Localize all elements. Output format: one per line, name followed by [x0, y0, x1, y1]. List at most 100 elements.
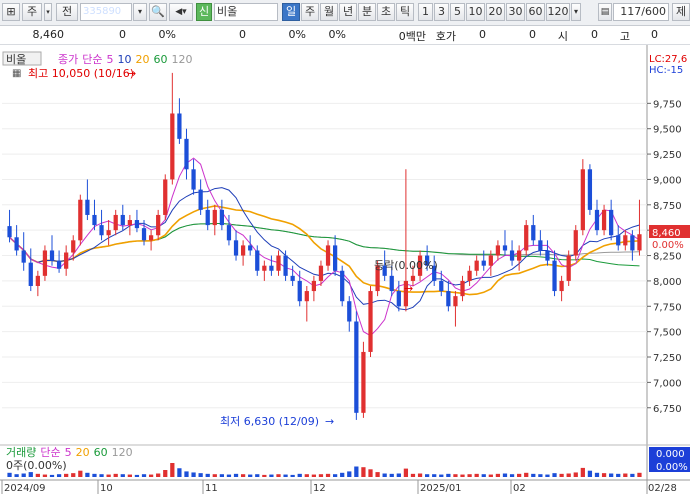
candle-body — [113, 214, 118, 231]
candle-body — [248, 245, 253, 251]
candle-body — [276, 255, 281, 271]
candle-body — [177, 113, 182, 139]
search-icon[interactable]: 🔍 — [149, 3, 167, 21]
chart-area[interactable]: 9,7509,5009,2509,0008,7508,5008,2508,000… — [0, 45, 690, 494]
volume-value: 0주(0.00%) — [6, 459, 67, 472]
amount-unit: 0백만 — [398, 30, 426, 43]
y-tick-label: 8,750 — [653, 201, 682, 212]
candle-body — [170, 113, 175, 180]
y-tick-label: 7,250 — [653, 353, 682, 364]
candle-body — [460, 280, 465, 297]
volume-bar — [85, 472, 90, 477]
y-tick-label: 9,500 — [653, 125, 682, 136]
candle-body — [538, 240, 543, 251]
page-counter[interactable]: 117/600 — [613, 3, 669, 21]
volume-legend-part: 거래량 — [6, 446, 36, 459]
speaker-icon[interactable]: ◀▾ — [169, 3, 193, 21]
volume-bar — [361, 467, 366, 477]
settings-icon[interactable]: ▤ — [598, 3, 612, 21]
interval-5[interactable]: 5 — [450, 3, 465, 21]
volume-legend-part: 60 — [94, 446, 108, 459]
period-minute[interactable]: 분 — [358, 3, 376, 21]
volume-bar — [559, 473, 564, 477]
volume-bar — [177, 468, 182, 477]
period-year[interactable]: 년 — [339, 3, 357, 21]
period-tick[interactable]: 틱 — [396, 3, 414, 21]
volume-bar — [389, 473, 394, 477]
volume-bar — [474, 473, 479, 477]
price-value: 8,460 — [32, 28, 65, 41]
quote-label: 호가 — [435, 30, 456, 43]
high-annotation: 최고 10,050 (10/16) — [28, 67, 134, 80]
tab-all[interactable]: 전 — [56, 3, 78, 21]
candle-body — [474, 260, 479, 271]
candle-body — [502, 245, 508, 251]
current-price-label: 8,460 — [652, 228, 681, 239]
volume-bar — [205, 473, 210, 477]
candle-body — [368, 291, 373, 352]
volume-bar — [99, 474, 104, 477]
code-dropdown-icon[interactable]: ▾ — [133, 3, 147, 21]
toolbar: ⊞ 주 ▾ 전 335890 ▾ 🔍 ◀▾ 신 비올 일 주 월 년 분 초 틱… — [0, 0, 690, 26]
candle-body — [332, 245, 338, 271]
grid-toggle-icon[interactable]: ▦ — [12, 68, 21, 79]
volume-bar — [354, 466, 359, 477]
interval-60[interactable]: 60 — [526, 3, 545, 21]
volume-percent: 0% — [288, 28, 306, 41]
candle-body — [304, 291, 309, 302]
candle-body — [616, 235, 621, 246]
stock-name-field: 비올 — [214, 3, 278, 21]
candle-body — [156, 214, 161, 236]
period-day[interactable]: 일 — [282, 3, 300, 21]
volume-bar — [347, 471, 352, 477]
volume-bar — [609, 473, 614, 477]
period-second[interactable]: 초 — [377, 3, 395, 21]
volume-bar — [325, 473, 331, 477]
candle-body — [198, 189, 203, 210]
interval-dropdown-icon[interactable]: ▾ — [571, 3, 581, 21]
candle-body — [233, 240, 239, 256]
candle-body — [495, 245, 501, 256]
volume-bar — [637, 472, 642, 477]
interval-20[interactable]: 20 — [486, 3, 505, 21]
interval-30[interactable]: 30 — [506, 3, 525, 21]
volume-bar — [453, 474, 458, 477]
low-arrow-icon: → — [325, 415, 334, 428]
interval-3[interactable]: 3 — [434, 3, 449, 21]
period-month[interactable]: 월 — [320, 3, 338, 21]
interval-1[interactable]: 1 — [418, 3, 433, 21]
volume-bar — [538, 474, 543, 477]
volume-bar — [403, 468, 409, 477]
interval-10[interactable]: 10 — [466, 3, 485, 21]
reset-button[interactable]: 제 — [672, 3, 690, 21]
candle-body — [481, 260, 486, 266]
chevron-down-icon[interactable]: ▾ — [44, 3, 52, 21]
candle-body — [609, 209, 614, 236]
volume-bar — [446, 473, 451, 477]
candle-body — [134, 220, 140, 229]
price-chart[interactable]: 9,7509,5009,2509,0008,7508,5008,2508,000… — [0, 45, 690, 494]
volume-bar — [56, 474, 62, 477]
period-week[interactable]: 주 — [301, 3, 319, 21]
volume-bar — [531, 473, 536, 477]
volume-bar — [262, 474, 267, 477]
volume-bar — [276, 474, 281, 477]
credit-badge-icon[interactable]: 신 — [196, 3, 212, 21]
interval-120[interactable]: 120 — [546, 3, 570, 21]
market-select[interactable]: 주 — [22, 3, 42, 21]
volume-bar — [467, 474, 472, 477]
ma-legend-part: 10 — [118, 53, 132, 66]
candle-body — [226, 225, 232, 241]
ma-legend-part: 5 — [107, 53, 114, 66]
volume-legend-part: 5 — [65, 446, 72, 459]
stock-code-input[interactable]: 335890 — [80, 3, 132, 21]
y-tick-label: 9,000 — [653, 175, 682, 186]
chart-menu-icon[interactable]: ⊞ — [2, 3, 20, 21]
volume-bar — [410, 473, 416, 477]
volume-legend-part: 단순 — [40, 446, 60, 459]
low-annotation: 최저 6,630 (12/09) — [220, 415, 319, 428]
volume-bar — [580, 467, 585, 477]
candle-body — [99, 225, 104, 236]
candle-body — [28, 262, 33, 286]
x-tick-label: 11 — [205, 483, 218, 494]
